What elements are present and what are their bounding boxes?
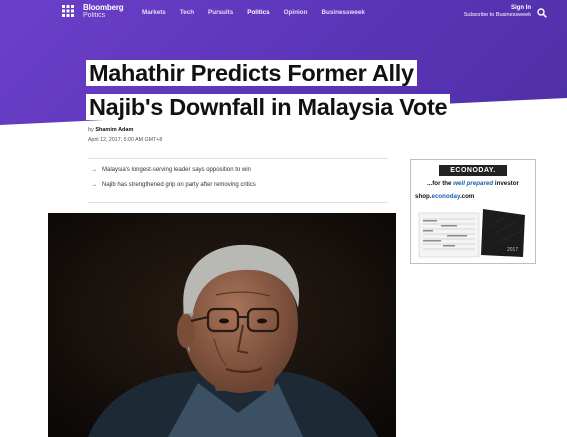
logo-brand: Bloomberg	[83, 3, 124, 12]
author-link[interactable]: Shamim Adam	[95, 127, 133, 133]
econoday-ad[interactable]: ECONODAY. ...for the well prepared inves…	[410, 159, 536, 264]
summary-item: → Najib has strengthened grip on party af…	[91, 182, 256, 188]
hero-banner: Bloomberg Politics Markets Tech Pursuits…	[0, 0, 567, 125]
ad-url-domain: econoday	[431, 193, 460, 200]
account-links: Sign In Subscribe to Businessweek	[464, 5, 531, 19]
ad-tagline-suffix: investor	[494, 180, 519, 187]
summary-text: Najib has strengthened grip on party aft…	[102, 182, 256, 188]
nav-businessweek[interactable]: Businessweek	[321, 9, 364, 16]
nav-opinion[interactable]: Opinion	[284, 9, 308, 16]
nav-markets[interactable]: Markets	[142, 9, 166, 16]
arrow-right-icon: →	[91, 182, 97, 188]
nav-politics[interactable]: Politics	[247, 9, 269, 16]
section-nav: Markets Tech Pursuits Politics Opinion B…	[142, 9, 379, 16]
ad-tagline-prefix: ...for the	[427, 180, 452, 187]
portrait-illustration	[48, 213, 396, 437]
top-nav-bar: Bloomberg Politics Markets Tech Pursuits…	[0, 0, 567, 24]
article-headline: Mahathir Predicts Former Ally Najib's Do…	[86, 58, 451, 125]
ad-url[interactable]: shop.econoday.com	[415, 193, 474, 200]
headline-line-1: Mahathir Predicts Former Ally	[86, 60, 417, 86]
planner-year: 2017	[507, 247, 518, 253]
nav-tech[interactable]: Tech	[180, 9, 194, 16]
subscribe-link[interactable]: Subscribe to Businessweek	[464, 12, 531, 19]
publish-date: April 12, 2017, 5:00 AM GMT+8	[88, 137, 163, 143]
ad-url-suffix: .com	[459, 193, 475, 200]
nav-pursuits[interactable]: Pursuits	[208, 9, 233, 16]
ad-url-prefix: shop.	[415, 193, 432, 200]
summary-divider-bottom	[88, 202, 388, 203]
byline: by Shamim Adam	[88, 127, 133, 133]
search-icon[interactable]	[537, 8, 547, 18]
summary-divider-top	[88, 158, 388, 159]
summary-list: → Malaysia's longest-serving leader says …	[91, 167, 256, 197]
arrow-right-icon: →	[91, 167, 97, 173]
sign-in-link[interactable]: Sign In	[464, 5, 531, 12]
byline-prefix: by	[88, 127, 94, 133]
ad-tagline: ...for the well prepared investor	[411, 180, 535, 187]
bloomberg-politics-logo[interactable]: Bloomberg Politics	[83, 3, 124, 20]
planner-image: 2017	[418, 209, 525, 258]
econoday-logo: ECONODAY.	[439, 165, 507, 176]
logo-section: Politics	[83, 12, 106, 19]
summary-text: Malaysia's longest-serving leader says o…	[102, 167, 251, 173]
ad-tagline-emphasis: well prepared	[453, 180, 494, 187]
summary-item: → Malaysia's longest-serving leader says …	[91, 167, 256, 173]
grid-icon[interactable]	[62, 5, 74, 17]
lead-photo	[48, 213, 396, 437]
headline-line-2: Najib's Downfall in Malaysia Vote	[86, 94, 451, 120]
